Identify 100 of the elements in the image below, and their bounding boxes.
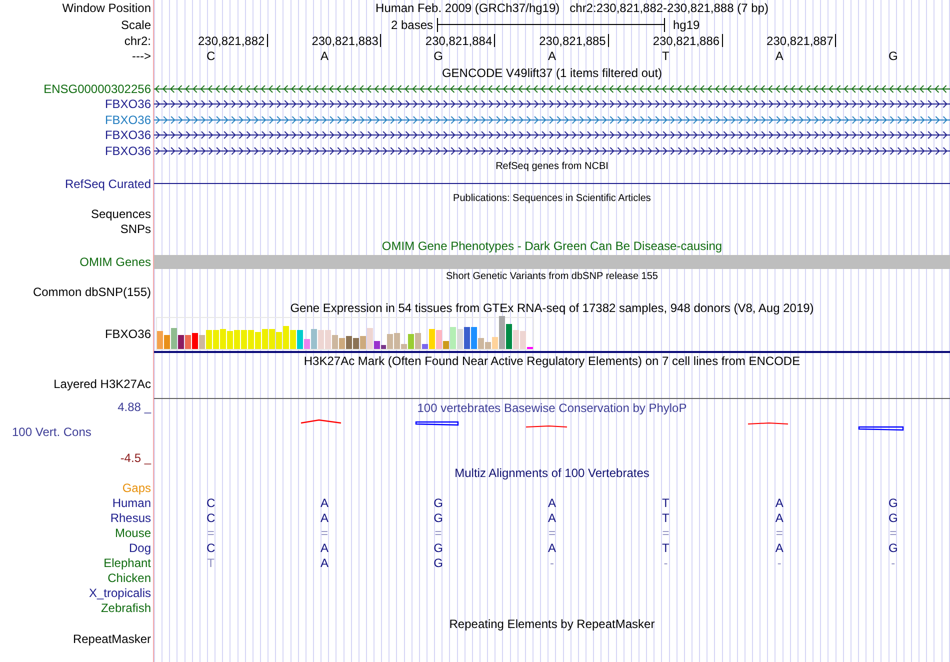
track-label[interactable]: FBXO36 [0,97,151,112]
track-title: RefSeq genes from NCBI [496,160,608,174]
tissue-bar[interactable] [346,336,352,348]
tick-mark [266,34,268,47]
aligned-base: C [206,496,216,510]
track-label[interactable]: OMIM Genes [0,254,151,268]
track-title: 100 vertebrates Basewise Conservation by PhyloP [417,400,687,414]
assembly-title: Human Feb. 2009 (GRCh37/hg19) [376,1,560,15]
aligned-base: = [320,526,330,540]
track-title: Publications: Sequences in Scientific Articles [453,192,651,206]
position-number: 230,821,884 [425,34,492,48]
aligned-base: G [432,510,444,526]
tick-mark [722,34,723,47]
aligned-base: G [887,540,899,556]
tissue-bar[interactable] [352,338,359,348]
aligned-base: T [661,496,670,510]
track-label[interactable]: Common dbSNP(155) [0,284,151,299]
aligned-base: G [432,496,444,510]
aligned-base: - [548,556,555,570]
aligned-base: A [320,510,330,526]
aligned-base: A [546,540,557,556]
track-label[interactable]: Mouse [0,526,151,540]
aligned-base: A [774,540,784,556]
assembly-label: hg19 [673,18,700,32]
track-title: H3K27Ac Mark (Often Found Near Active Regulatory Elements) on 7 cell lines from ENCODE [304,354,800,368]
aligned-base: G [432,556,444,570]
track-title: OMIM Gene Phenotypes - Dark Green Can Be Disease-causing [382,238,722,252]
gene-line[interactable] [154,183,950,184]
track-label[interactable]: SNPs [0,222,151,236]
reference-base: C [206,49,216,63]
gene-strand-drawing[interactable] [154,100,950,108]
aligned-base: A [546,510,557,526]
aligned-base: A [320,556,330,570]
reference-base: A [546,49,557,63]
track-title: Gene Expression in 54 tissues from GTEx RNA-seq of 17382 samples, 948 donors (V8, Aug 2019) [290,300,814,314]
track-label[interactable]: RepeatMasker [72,632,151,646]
position-title: chr2:230,821,882-230,821,888 (7 bp) [570,1,768,15]
track-label[interactable]: Layered H3K27Ac [0,377,151,391]
track-label[interactable]: FBXO36 [0,128,151,142]
track-label[interactable]: Elephant [0,556,151,570]
aligned-base: = [661,526,670,540]
omim-gene-bar[interactable] [154,254,950,268]
aligned-base: = [434,526,443,540]
tick-mark [608,34,609,47]
aligned-base: A [320,540,330,556]
aligned-base: = [206,526,216,540]
position-number: 230,821,882 [198,34,265,48]
track-label[interactable]: Rhesus [0,511,151,525]
gene-strand-drawing[interactable] [154,146,950,155]
reference-base: G [887,49,899,63]
aligned-base: - [662,556,669,570]
aligned-base: = [547,526,556,540]
expression-bar-chart[interactable] [156,316,534,350]
axis-max-label: 4.88 _ [116,400,151,414]
track-label[interactable]: Dog [0,541,151,555]
track-label[interactable]: FBXO36 [0,112,151,127]
gene-strand-drawing[interactable] [154,131,950,140]
tissue-bar[interactable] [464,326,470,348]
track-title: Repeating Elements by RepeatMasker [449,616,655,630]
aligned-base: - [890,556,896,570]
aligned-base: A [320,496,330,510]
reference-base: G [432,49,444,63]
track-label[interactable]: Chicken [0,571,151,585]
track-label[interactable]: 100 Vert. Cons [12,425,92,439]
tissue-bar[interactable] [192,332,198,348]
row-label: Scale [120,18,151,32]
tissue-bar[interactable] [506,324,512,348]
track-title: Short Genetic Variants from dbSNP release 155 [446,270,658,284]
tick-mark [835,34,836,47]
aligned-base: T [661,540,670,556]
row-label: ---> [131,49,151,63]
track-label[interactable]: ENSG00000302256 [0,82,151,96]
track-label[interactable]: FBXO36 [0,327,151,341]
position-number: 230,821,885 [539,34,606,48]
aligned-base: G [432,540,444,556]
track-label[interactable]: Sequences [0,206,151,221]
tissue-bar[interactable] [380,344,386,348]
track-label[interactable]: Human [0,496,151,510]
track-label[interactable]: RefSeq Curated [0,176,151,190]
aligned-base: = [888,526,898,540]
aligned-base: A [774,496,784,510]
aligned-base: C [206,510,216,526]
aligned-base: C [206,540,216,556]
tick-mark [494,34,496,47]
reference-base: A [774,49,784,63]
aligned-base: A [774,510,784,526]
track-label[interactable]: Zebrafish [0,601,151,615]
tick-mark [380,34,382,47]
aligned-base: T [661,510,670,526]
position-number: 230,821,886 [652,34,720,48]
track-label[interactable]: FBXO36 [0,144,151,158]
tissue-bar[interactable] [178,334,184,348]
tissue-bar[interactable] [374,340,380,348]
aligned-base: G [887,496,899,510]
position-number: 230,821,883 [312,34,378,48]
track-label[interactable]: X_tropicalis [0,586,151,600]
tissue-bar[interactable] [422,344,428,348]
position-number: 230,821,887 [766,34,834,48]
aligned-base: T [206,556,216,570]
gene-strand-drawing[interactable] [154,84,950,93]
